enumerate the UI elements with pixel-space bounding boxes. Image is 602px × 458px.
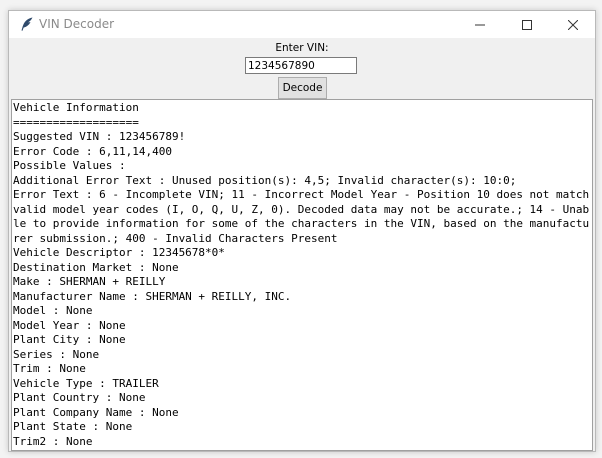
results-text-area[interactable]: Vehicle Information =================== Su… xyxy=(11,99,593,451)
minimize-button[interactable] xyxy=(457,11,503,38)
result-line: =================== xyxy=(13,115,139,129)
title-bar[interactable]: VIN Decoder xyxy=(9,11,595,38)
close-button[interactable] xyxy=(550,11,595,38)
result-line: Plant City : None xyxy=(13,333,126,346)
close-icon xyxy=(568,19,578,30)
result-line: Vehicle Information xyxy=(13,101,139,114)
result-line: Vehicle Descriptor : 12345678*0* xyxy=(13,246,225,259)
decode-button[interactable]: Decode xyxy=(278,77,327,99)
vin-form: Enter VIN: Decode xyxy=(9,38,595,100)
vin-input[interactable] xyxy=(245,57,357,74)
result-line: Manufacturer Name : SHERMAN + REILLY, IN… xyxy=(13,289,292,303)
vin-label: Enter VIN: xyxy=(275,42,329,54)
result-line: Trim2 : None xyxy=(13,434,93,448)
maximize-icon xyxy=(522,19,532,30)
result-line: Additional Error Text : Unused position(… xyxy=(13,173,517,187)
result-line: Series : None xyxy=(13,347,100,361)
result-line: Possible Values : xyxy=(13,159,126,172)
app-window: VIN Decoder Enter VIN: Decode Vehicle In… xyxy=(8,10,596,452)
result-line: Trim : None xyxy=(13,362,86,375)
result-line: Plant Country : None xyxy=(13,391,146,404)
result-line: Model : None xyxy=(13,304,93,317)
feather-icon xyxy=(19,16,35,32)
maximize-button[interactable] xyxy=(504,11,550,38)
result-line: Plant State : None xyxy=(13,420,133,433)
result-line: Model Year : None xyxy=(13,318,126,332)
result-line: Make : SHERMAN + REILLY xyxy=(13,275,166,288)
minimize-icon xyxy=(475,24,485,25)
result-line: Error Text : 6 - Incomplete VIN; 11 - In… xyxy=(13,188,590,245)
result-line: Destination Market : None xyxy=(13,260,179,274)
result-line: Vehicle Type : TRAILER xyxy=(13,376,159,390)
result-line: Error Code : 6,11,14,400 xyxy=(13,144,172,158)
window-title: VIN Decoder xyxy=(39,17,115,31)
result-line: Plant Company Name : None xyxy=(13,405,179,419)
result-line: Suggested VIN : 123456789! xyxy=(13,130,186,143)
